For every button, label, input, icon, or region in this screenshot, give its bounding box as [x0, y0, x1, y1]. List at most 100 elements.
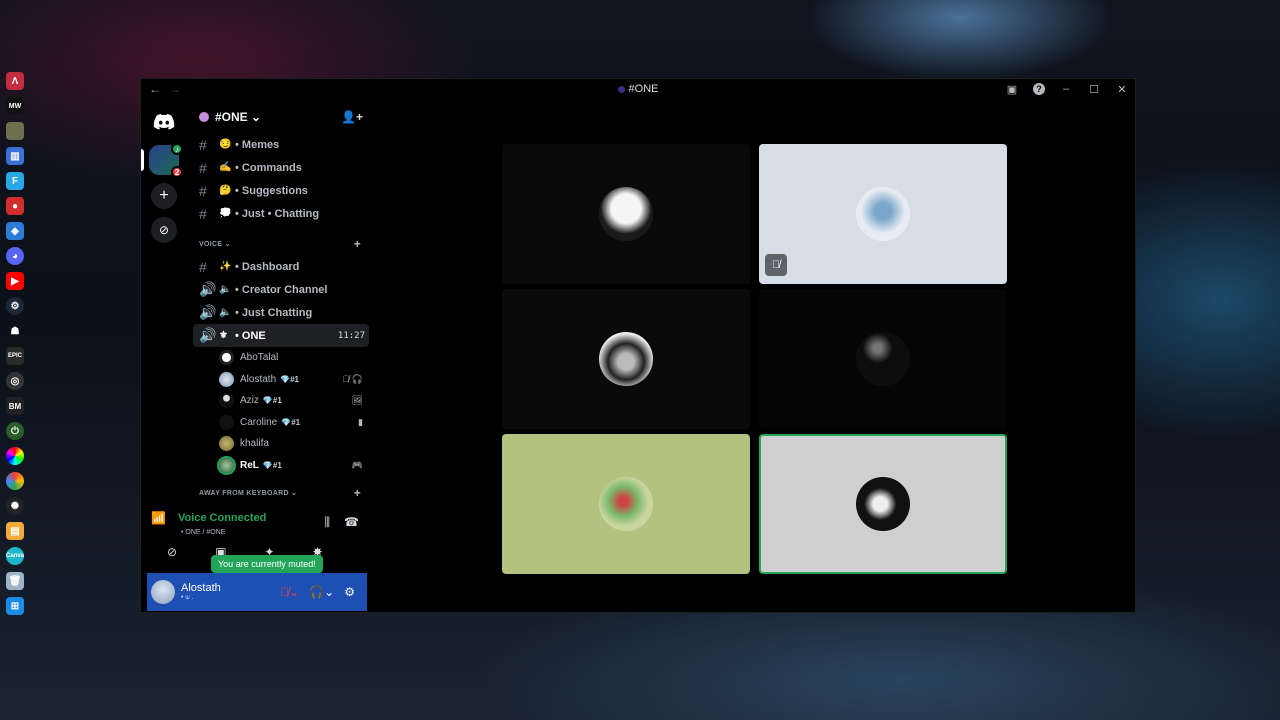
- minimize-button[interactable]: –: [1059, 82, 1073, 96]
- app-icon-power[interactable]: ⏻: [6, 422, 24, 440]
- channel-dashboard[interactable]: # ✨ • Dashboard: [193, 255, 369, 278]
- voice-member[interactable]: Caroline 💎#1 ▮: [193, 412, 369, 434]
- disconnect-icon[interactable]: ☎: [344, 515, 359, 530]
- avatar: [219, 371, 234, 387]
- muted-tooltip: You are currently muted!: [211, 555, 323, 573]
- avatar: [599, 477, 653, 531]
- app-icon-windows[interactable]: ⊞: [6, 597, 24, 615]
- voice-member[interactable]: khalifa: [193, 433, 369, 455]
- app-icon-game[interactable]: [6, 122, 24, 140]
- category-afk[interactable]: AWAY FROM KEYBOARD ⌄ +: [193, 482, 369, 504]
- server-icon-one[interactable]: ♪ 2: [141, 143, 183, 178]
- channel-emoji: ⚜: [219, 330, 228, 341]
- app-icon-among-us[interactable]: ●: [6, 197, 24, 215]
- channel-emoji: ✨: [219, 261, 232, 272]
- server-header[interactable]: #ONE ⌄ 👤+: [193, 101, 369, 133]
- camera-off-icon[interactable]: ⊘: [167, 545, 177, 559]
- text-channel-memes[interactable]: # 😏 • Memes: [193, 133, 369, 156]
- channel-emoji: 💭: [219, 208, 232, 219]
- add-channel-icon[interactable]: +: [354, 486, 361, 500]
- app-icon-recycle-bin[interactable]: 🗑: [6, 572, 24, 590]
- avatar: [219, 350, 234, 366]
- avatar: [856, 332, 910, 386]
- member-name: ReL: [240, 459, 259, 471]
- add-member-icon[interactable]: 👤+: [341, 110, 363, 124]
- help-icon[interactable]: ?: [1033, 83, 1045, 95]
- participant-tile[interactable]: [502, 144, 750, 284]
- user-info[interactable]: Alostath • ⍦ .: [181, 582, 221, 602]
- app-icon-f[interactable]: F: [6, 172, 24, 190]
- avatar: [219, 393, 234, 409]
- app-icon-bm[interactable]: BM: [6, 397, 24, 415]
- text-channel-suggestions[interactable]: # 🤔 • Suggestions: [193, 179, 369, 202]
- voice-channel-one[interactable]: 🔊 ⚜ • ONE 11:27: [193, 324, 369, 347]
- member-name: Aziz: [240, 395, 259, 407]
- app-icon-rocket-league[interactable]: ◈: [6, 222, 24, 240]
- app-icon-epic[interactable]: EPIC: [6, 347, 24, 365]
- participant-tile[interactable]: [759, 289, 1007, 429]
- app-icon-chrome[interactable]: [6, 472, 24, 490]
- text-channel-commands[interactable]: # ✍ • Commands: [193, 156, 369, 179]
- desktop-taskbar: Λ MW ▥ F ● ◈ ◕ ▶ ⚙ ☗ EPIC ◎ BM ⏻ ✺ ▤ Can…: [0, 66, 30, 626]
- channel-emoji: 🔈: [219, 284, 232, 295]
- voice-channel-creator[interactable]: 🔊 🔈 • Creator Channel: [193, 278, 369, 301]
- noise-suppression-icon[interactable]: ⫼: [325, 515, 331, 530]
- server-name: #ONE ⌄: [215, 110, 262, 124]
- gear-icon[interactable]: ⚙: [344, 585, 355, 599]
- app-icon-steam[interactable]: ⚙: [6, 297, 24, 315]
- channel-label: • Memes: [235, 138, 280, 151]
- voice-connected-subtitle[interactable]: • ONE / #ONE: [147, 529, 369, 536]
- participant-tile[interactable]: [502, 289, 750, 429]
- app-icon-chart[interactable]: ▥: [6, 147, 24, 165]
- explore-servers-icon[interactable]: ⊘: [151, 217, 177, 243]
- app-icon-mw[interactable]: MW: [6, 97, 24, 115]
- voice-member[interactable]: Alostath 💎#1 🎙̸ 🎧: [193, 369, 369, 391]
- app-icon-color[interactable]: [6, 447, 24, 465]
- channel-emoji: 🔈: [219, 307, 232, 318]
- voice-actions: ⫼ ☎: [325, 515, 359, 530]
- channel-label: • Just • Chatting: [235, 207, 320, 220]
- avatar: [219, 436, 234, 452]
- participant-tile[interactable]: 🎙̸: [759, 144, 1007, 284]
- maximize-button[interactable]: ☐: [1087, 82, 1101, 96]
- add-server-button[interactable]: +: [151, 183, 177, 209]
- app-icon-steelseries[interactable]: ✺: [6, 497, 24, 515]
- channel-label: • Just Chatting: [235, 306, 313, 319]
- inbox-icon[interactable]: ▣: [1005, 82, 1019, 96]
- text-channel-just-chatting[interactable]: # 💭 • Just • Chatting: [193, 202, 369, 225]
- speaker-icon: 🔊: [199, 327, 217, 343]
- voice-member[interactable]: Aziz 💎#1 🖼: [193, 390, 369, 412]
- member-status-icons: 🎙̸ 🎧: [342, 373, 363, 384]
- microphone-off-icon[interactable]: 🎙̸⌄: [280, 585, 299, 599]
- app-icon-obs[interactable]: ◎: [6, 372, 24, 390]
- voice-member[interactable]: AboTalal: [193, 347, 369, 369]
- speaker-icon: 🔊: [199, 281, 217, 297]
- gem-icon: 💎: [281, 417, 292, 427]
- server-dot-icon: [617, 85, 625, 93]
- app-icon-youtube[interactable]: ▶: [6, 272, 24, 290]
- app-icon-controller[interactable]: ☗: [6, 322, 24, 340]
- user-panel: Alostath • ⍦ . 🎙̸⌄ 🎧⌄ ⚙: [147, 573, 367, 611]
- avatar: [856, 477, 910, 531]
- app-icon-folder[interactable]: ▤: [6, 522, 24, 540]
- gem-icon: 💎: [262, 460, 273, 470]
- close-button[interactable]: ✕: [1115, 82, 1129, 96]
- voice-channel-just-chatting[interactable]: 🔊 🔈 • Just Chatting: [193, 301, 369, 324]
- app-icon-discord[interactable]: ◕: [6, 247, 24, 265]
- app-icon-a[interactable]: Λ: [6, 72, 24, 90]
- voice-member[interactable]: ReL 💎#1 🎮: [193, 455, 369, 477]
- avatar[interactable]: [151, 580, 175, 604]
- participant-tile[interactable]: [502, 434, 750, 574]
- discord-logo-icon[interactable]: [149, 107, 179, 137]
- hash-icon: #: [199, 182, 207, 199]
- hash-icon: #: [199, 258, 207, 275]
- headphones-icon[interactable]: 🎧⌄: [309, 585, 334, 599]
- add-channel-icon[interactable]: +: [354, 237, 361, 251]
- channel-label: • Dashboard: [235, 260, 300, 273]
- member-name: Caroline: [240, 416, 278, 428]
- participant-tile-speaking[interactable]: [759, 434, 1007, 574]
- channel-emoji: ✍: [219, 162, 232, 173]
- category-voice[interactable]: VOICE ⌄ +: [193, 233, 369, 255]
- signal-icon[interactable]: 📶: [151, 511, 166, 525]
- app-icon-canva[interactable]: Canva: [6, 547, 24, 565]
